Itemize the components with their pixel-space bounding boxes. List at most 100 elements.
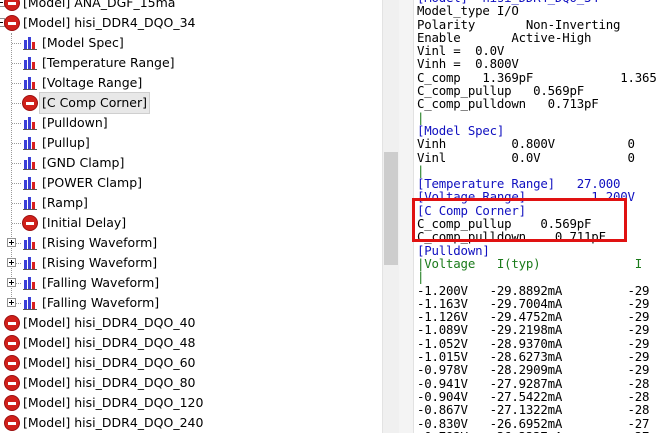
- tree-connector-line: [12, 183, 21, 184]
- code-line: C_comp 1.369pF 1.365: [417, 69, 657, 85]
- code-line: |Voltage I(typ) I: [417, 255, 643, 271]
- ibis-text-viewer[interactable]: [Model] hisi_DDR4_DQO_34Model_type I/OPo…: [399, 0, 668, 433]
- tree-item-model-hisi-ddr4-dqo-60[interactable]: [Model] hisi_DDR4_DQO_60: [0, 353, 382, 373]
- tree-item-label: [Model] hisi_DDR4_DQO_120: [23, 395, 204, 410]
- tree-item-label: [Temperature Range]: [42, 55, 175, 70]
- tree-item-label: [Rising Waveform]: [42, 235, 158, 250]
- tree-item-falling-waveform[interactable]: [Falling Waveform]: [0, 293, 382, 313]
- code-line: |: [417, 109, 425, 125]
- tree-item-model-hisi-ddr4-dqo-34[interactable]: [Model] hisi_DDR4_DQO_34: [0, 13, 382, 33]
- bar-chart-icon: [22, 35, 38, 51]
- tree-item-model-hisi-ddr4-dqo-240[interactable]: [Model] hisi_DDR4_DQO_240: [0, 413, 382, 433]
- code-line: Vinl 0.0V 0: [417, 149, 635, 165]
- tree-item-c-comp-corner[interactable]: [C Comp Corner]: [0, 92, 382, 114]
- tree-connector-line: [12, 83, 21, 84]
- bar-chart-icon: [22, 235, 38, 251]
- code-line: -0.978V -28.2909mA -29: [417, 362, 650, 378]
- code-line: -1.089V -29.2198mA -29: [417, 322, 650, 338]
- tree-connector-line: [12, 43, 21, 44]
- tree-item-temperature-range[interactable]: [Temperature Range]: [0, 53, 382, 73]
- tree-item-label: [POWER Clamp]: [42, 175, 143, 190]
- tree-connector-line: [12, 123, 21, 124]
- no-entry-icon: [4, 415, 20, 431]
- code-line: [C Comp Corner]: [417, 202, 526, 218]
- no-entry-icon: [4, 335, 20, 351]
- code-line: -0.867V -27.1322mA -28: [417, 402, 650, 418]
- code-line: -0.830V -26.6952mA -27: [417, 415, 650, 431]
- code-line: |: [417, 269, 425, 285]
- code-line: Model_type I/O: [417, 3, 519, 19]
- tree-connector-line: [12, 63, 21, 64]
- code-line: |: [417, 162, 425, 178]
- expand-icon[interactable]: [7, 278, 16, 287]
- tree-item-label: [C Comp Corner]: [39, 92, 150, 114]
- tree-item-model-spec[interactable]: [Model Spec]: [0, 33, 382, 53]
- tree-item-rising-waveform[interactable]: [Rising Waveform]: [0, 233, 382, 253]
- tree-item-voltage-range[interactable]: [Voltage Range]: [0, 73, 382, 93]
- tree-vertical-scrollbar[interactable]: [382, 0, 399, 433]
- editor-gutter: [399, 0, 414, 433]
- tree-item-falling-waveform[interactable]: [Falling Waveform]: [0, 273, 382, 293]
- tree-item-model-hisi-ddr4-dqo-40[interactable]: [Model] hisi_DDR4_DQO_40: [0, 313, 382, 333]
- ibis-source-text: [Model] hisi_DDR4_DQO_34Model_type I/OPo…: [417, 0, 657, 433]
- code-line: -1.052V -28.9370mA -29: [417, 335, 650, 351]
- tree-connector-line: [12, 203, 21, 204]
- code-line: C_comp_pullup 0.569pF: [417, 83, 584, 99]
- code-line: [Pulldown]: [417, 242, 490, 258]
- tree-item-rising-waveform[interactable]: [Rising Waveform]: [0, 253, 382, 273]
- tree-item-label: [Voltage Range]: [42, 75, 143, 90]
- bar-chart-icon: [22, 175, 38, 191]
- tree-item-label: [Rising Waveform]: [42, 255, 158, 270]
- tree-connector-line: [12, 143, 21, 144]
- code-line: Vinh 0.800V 0: [417, 136, 635, 152]
- tree-item-model-hisi-ddr4-dqo-120[interactable]: [Model] hisi_DDR4_DQO_120: [0, 393, 382, 413]
- bar-chart-icon: [22, 275, 38, 291]
- bar-chart-icon: [22, 115, 38, 131]
- code-line: Enable Active-High: [417, 29, 592, 45]
- tree-item-pullup[interactable]: [Pullup]: [0, 133, 382, 153]
- model-tree-panel: [Model] ANA_DGF_15ma [Model] hisi_DDR4_DQ…: [0, 0, 382, 433]
- expand-icon[interactable]: [7, 298, 16, 307]
- tree-item-gnd-clamp[interactable]: [GND Clamp]: [0, 153, 382, 173]
- tree-connector-line: [12, 163, 21, 164]
- tree-connector-line: [12, 103, 21, 104]
- no-entry-icon: [4, 395, 20, 411]
- tree-item-label: [Model] hisi_DDR4_DQO_48: [23, 335, 196, 350]
- expand-icon[interactable]: [7, 258, 16, 267]
- bar-chart-icon: [22, 75, 38, 91]
- tree-item-model-ana-dgf-15ma[interactable]: [Model] ANA_DGF_15ma: [0, 0, 382, 13]
- code-line: -0.941V -27.9287mA -28: [417, 375, 650, 391]
- code-line: [Voltage Range] 1.200V: [417, 189, 635, 205]
- scrollbar-thumb[interactable]: [384, 152, 398, 265]
- no-entry-icon: [4, 355, 20, 371]
- code-line: -1.126V -29.4752mA -29: [417, 309, 650, 325]
- no-entry-icon: [4, 375, 20, 391]
- tree-item-ramp[interactable]: [Ramp]: [0, 193, 382, 213]
- tree-item-power-clamp[interactable]: [POWER Clamp]: [0, 173, 382, 193]
- bar-chart-icon: [22, 155, 38, 171]
- tree-item-label: [Model] ANA_DGF_15ma: [23, 0, 176, 10]
- tree-item-pulldown[interactable]: [Pulldown]: [0, 113, 382, 133]
- tree-item-label: [GND Clamp]: [42, 155, 125, 170]
- code-line: C_comp_pullup 0.569pF: [417, 216, 592, 232]
- code-line: Vinh = 0.800V: [417, 56, 519, 72]
- tree-item-label: [Model Spec]: [42, 35, 124, 50]
- bar-chart-icon: [22, 195, 38, 211]
- tree-item-label: [Model] hisi_DDR4_DQO_240: [23, 415, 204, 430]
- tree-item-label: [Model] hisi_DDR4_DQO_40: [23, 315, 196, 330]
- tree-item-label: [Falling Waveform]: [42, 295, 160, 310]
- code-line: -1.015V -28.6273mA -29: [417, 349, 650, 365]
- code-line: -0.904V -27.5422mA -28: [417, 388, 650, 404]
- expand-icon[interactable]: [7, 238, 16, 247]
- code-line: [Model Spec]: [417, 122, 505, 138]
- tree-item-label: [Pulldown]: [42, 115, 108, 130]
- code-line: -1.200V -29.8892mA -29: [417, 282, 650, 298]
- no-entry-icon: [22, 95, 38, 111]
- bar-chart-icon: [22, 135, 38, 151]
- tree-item-model-hisi-ddr4-dqo-80[interactable]: [Model] hisi_DDR4_DQO_80: [0, 373, 382, 393]
- tree-item-label: [Falling Waveform]: [42, 275, 160, 290]
- code-line: -1.163V -29.7004mA -29: [417, 295, 650, 311]
- tree-item-initial-delay[interactable]: [Initial Delay]: [0, 213, 382, 233]
- bar-chart-icon: [22, 255, 38, 271]
- tree-item-model-hisi-ddr4-dqo-48[interactable]: [Model] hisi_DDR4_DQO_48: [0, 333, 382, 353]
